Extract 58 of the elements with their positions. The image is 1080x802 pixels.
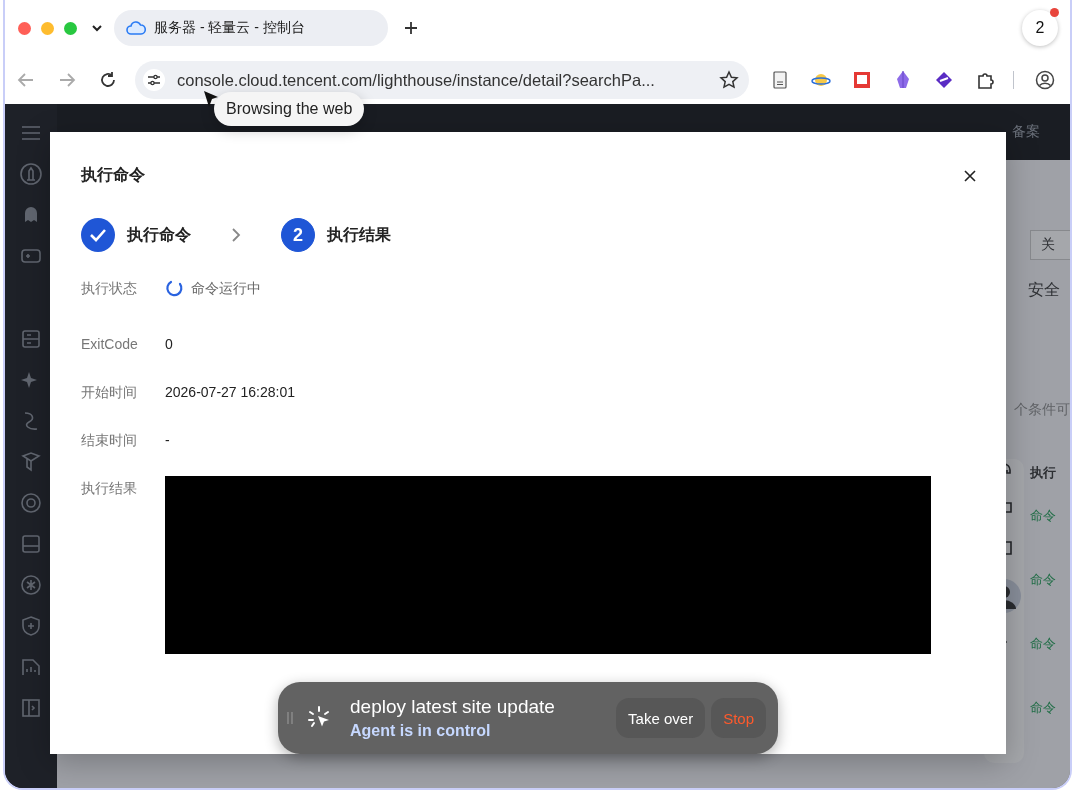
close-icon[interactable] (964, 169, 976, 182)
status-text: 命令 (1030, 635, 1057, 653)
field-value: - (165, 431, 170, 450)
alert-dot-icon (1050, 8, 1059, 17)
field-label: 执行状态 (81, 279, 138, 298)
hint-text: 个条件可 (1014, 401, 1070, 419)
column-header: 执行 (1030, 464, 1057, 482)
field-label: ExitCode (81, 335, 139, 354)
document-icon[interactable] (770, 70, 790, 90)
field-value: 0 (165, 335, 173, 354)
cloud-icon (126, 21, 146, 35)
square-icon[interactable] (852, 70, 872, 90)
take-over-button[interactable]: Take over (616, 698, 706, 738)
drag-handle-icon[interactable] (286, 711, 294, 725)
status-text: 命令 (1030, 699, 1057, 717)
field-value: 2026-07-27 16:28:01 (165, 383, 295, 402)
field-label: 结束时间 (81, 431, 138, 450)
reload-icon[interactable] (99, 71, 117, 89)
server-icon[interactable] (20, 328, 42, 350)
tooltip: Browsing the web (214, 92, 365, 126)
forward-icon[interactable] (58, 72, 76, 88)
task-title: deploy latest site update (350, 696, 556, 718)
asterisk-icon[interactable] (20, 574, 42, 596)
agent-status: Agent is in control (350, 722, 492, 740)
ring-icon[interactable] (20, 492, 42, 514)
status-text: 命令运行中 (191, 279, 261, 298)
notification-badge[interactable]: 2 (1022, 10, 1058, 46)
back-icon[interactable] (17, 72, 35, 88)
url-text: console.cloud.tencent.com/lighthouse/instance/detail?searchPa... (177, 70, 656, 90)
action-button[interactable]: 关 (1030, 230, 1070, 260)
shield-icon[interactable] (20, 615, 42, 637)
window-control-icon[interactable] (64, 21, 77, 35)
site-settings-icon[interactable] (143, 69, 165, 91)
plus-icon[interactable] (404, 21, 418, 35)
status-text: 命令 (1030, 507, 1057, 525)
dialog-title: 执行命令 (81, 165, 145, 185)
window-control-icon[interactable] (18, 21, 31, 35)
field-label: 开始时间 (81, 383, 138, 402)
browser-tab[interactable]: 服务器 - 轻量云 - 控制台 (114, 10, 388, 46)
diamond-icon[interactable] (934, 70, 954, 90)
status-text: 命令 (1030, 571, 1057, 589)
address-bar[interactable]: console.cloud.tencent.com/lighthouse/instance/detail?searchPa... (135, 61, 749, 99)
panel-tab[interactable]: 安全 (1028, 280, 1070, 301)
puzzle-icon[interactable] (975, 70, 995, 90)
tab-title: 服务器 - 轻量云 - 控制台 (154, 19, 305, 37)
window-control-icon[interactable] (41, 21, 54, 35)
funnel-icon[interactable] (20, 451, 42, 473)
star-icon[interactable] (719, 70, 739, 90)
chart-icon[interactable] (20, 656, 42, 678)
profile-icon[interactable] (1035, 70, 1055, 90)
step-label: 执行命令 (127, 224, 191, 245)
step-number: 2 (281, 218, 315, 252)
lighthouse-icon[interactable] (20, 163, 42, 185)
field-label: 执行结果 (81, 479, 138, 498)
chevron-right-icon (231, 227, 241, 243)
panel-icon[interactable] (20, 533, 42, 555)
step-label: 执行结果 (327, 224, 391, 245)
collapse-icon[interactable] (20, 697, 42, 719)
